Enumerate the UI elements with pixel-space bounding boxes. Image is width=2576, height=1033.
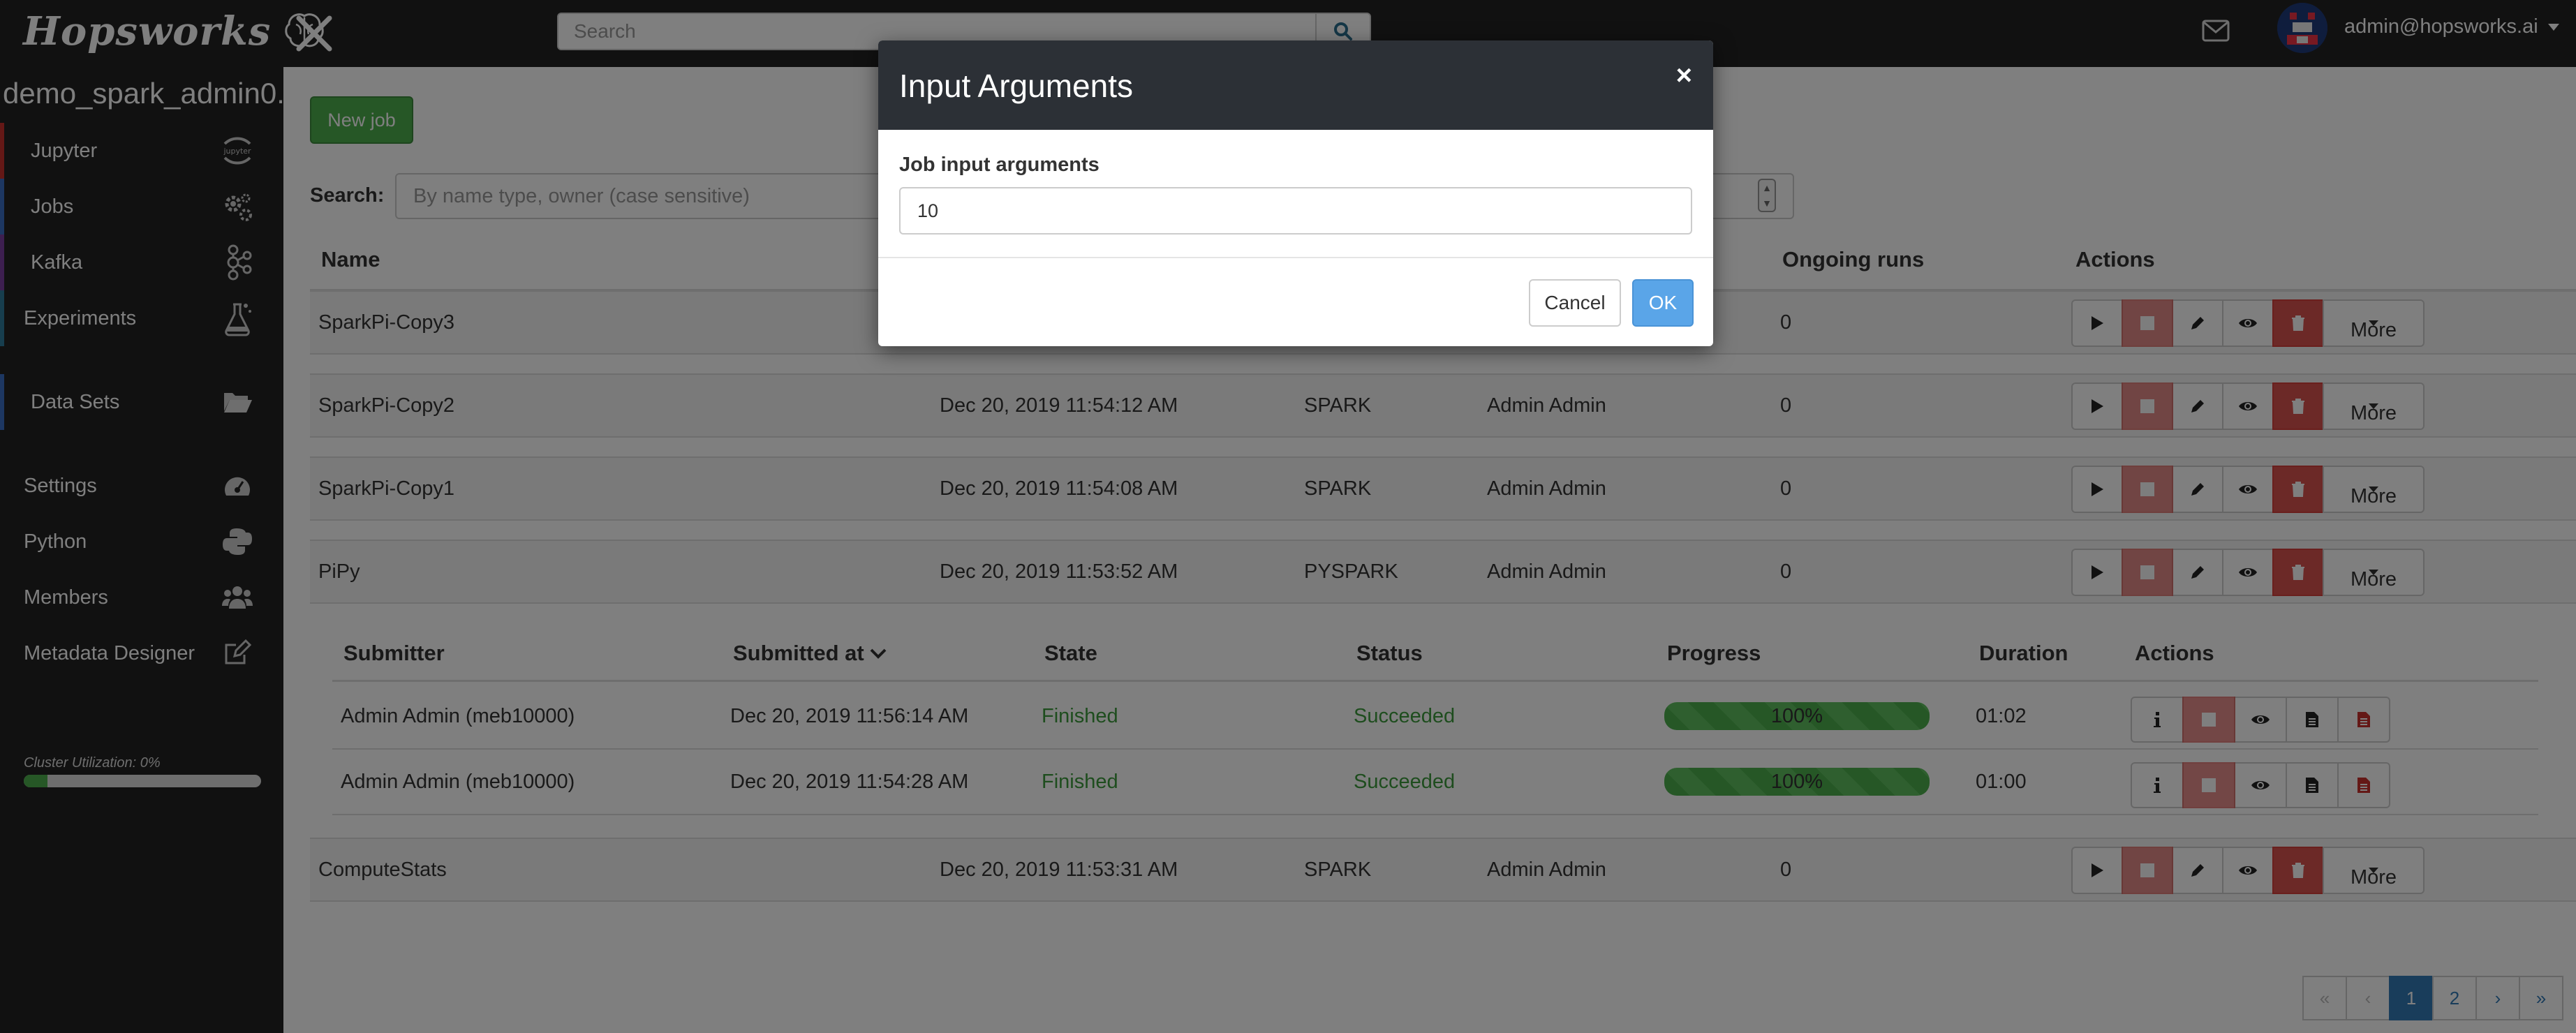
modal-header: Input Arguments × bbox=[878, 40, 1713, 130]
modal-close-button[interactable]: × bbox=[1676, 60, 1692, 91]
modal-title: Input Arguments bbox=[899, 68, 1133, 104]
job-input-arguments-label: Job input arguments bbox=[899, 154, 1100, 176]
cancel-button[interactable]: Cancel bbox=[1529, 279, 1621, 327]
modal-footer-divider bbox=[878, 257, 1713, 258]
job-input-arguments-field[interactable] bbox=[899, 187, 1692, 235]
input-arguments-modal: Input Arguments × Job input arguments Ca… bbox=[878, 40, 1713, 346]
ok-button[interactable]: OK bbox=[1632, 279, 1694, 327]
